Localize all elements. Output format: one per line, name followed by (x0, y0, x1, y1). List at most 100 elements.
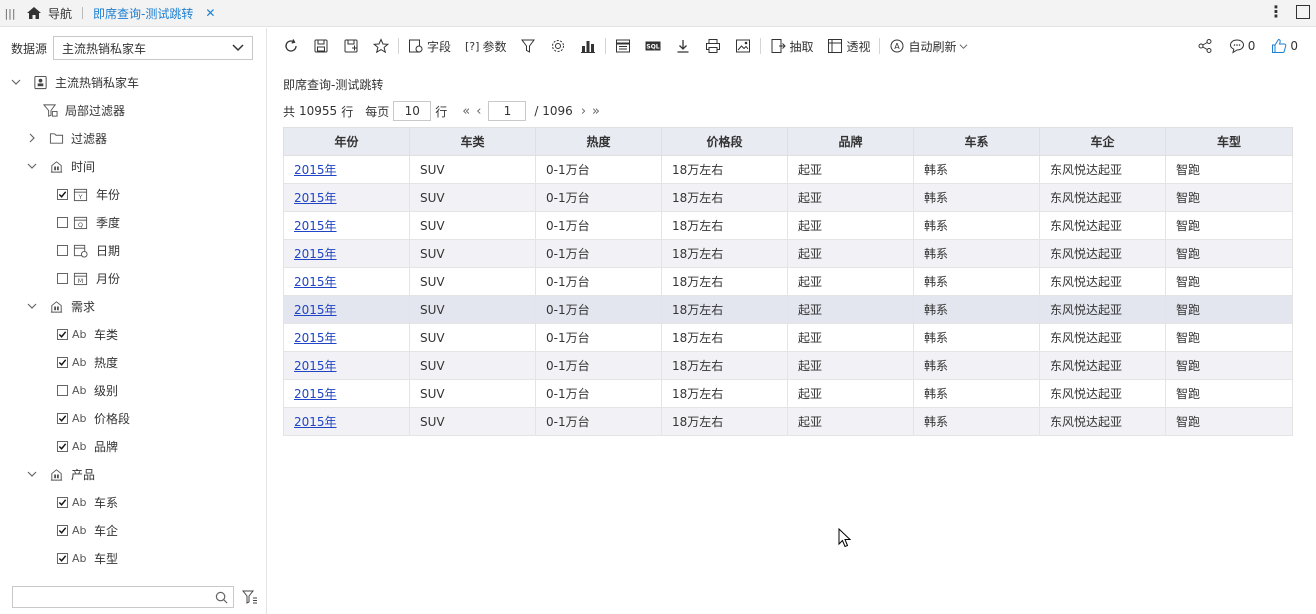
column-header[interactable]: 车型 (1165, 127, 1293, 156)
tree-field[interactable]: M 月份 (57, 264, 120, 292)
table-row[interactable]: 2015年 SUV 0-1万台 18万左右 起亚 韩系 东风悦达起亚 智跑 (283, 239, 1293, 268)
image-export-button[interactable] (728, 34, 758, 58)
tree-field[interactable]: Ab 品牌 (57, 432, 118, 460)
extract-button[interactable]: 抽取 (763, 34, 820, 58)
next-page-icon[interactable]: › (581, 104, 586, 119)
field-checkbox[interactable] (57, 216, 68, 228)
favorite-button[interactable] (366, 34, 396, 58)
auto-refresh-dropdown[interactable]: A 自动刷新 (882, 34, 974, 58)
tree-field[interactable]: Ab 车类 (57, 320, 118, 348)
column-header[interactable]: 车企 (1039, 127, 1166, 156)
pivot-button[interactable]: 透视 (820, 34, 877, 58)
column-header[interactable]: 品牌 (787, 127, 914, 156)
table-row[interactable]: 2015年 SUV 0-1万台 18万左右 起亚 韩系 东风悦达起亚 智跑 (283, 407, 1293, 436)
tree-field[interactable]: Ab 热度 (57, 348, 118, 376)
param-button[interactable]: [?] 参数 (458, 34, 513, 58)
field-checkbox[interactable] (57, 384, 68, 396)
tree-field[interactable]: Ab 级别 (57, 376, 118, 404)
drill-link[interactable]: 2015年 (294, 331, 337, 345)
column-header[interactable]: 年份 (283, 127, 410, 156)
chevron-right-icon[interactable] (26, 132, 38, 144)
drill-link[interactable]: 2015年 (294, 247, 337, 261)
table-row[interactable]: 2015年 SUV 0-1万台 18万左右 起亚 韩系 东风悦达起亚 智跑 (283, 183, 1293, 212)
field-checkbox[interactable] (57, 244, 68, 256)
drill-link[interactable]: 2015年 (294, 219, 337, 233)
save-as-button[interactable] (336, 34, 366, 58)
table-row[interactable]: 2015年 SUV 0-1万台 18万左右 起亚 韩系 东风悦达起亚 智跑 (283, 295, 1293, 324)
current-page-input[interactable]: 1 (488, 101, 527, 121)
prev-page-icon[interactable]: ‹ (476, 104, 481, 119)
tree-group[interactable]: 需求 (26, 292, 95, 320)
datasource-select[interactable]: 主流热销私家车 (53, 36, 254, 60)
tree-field[interactable]: 日期 (57, 236, 120, 264)
tree-field[interactable]: Ab 价格段 (57, 404, 130, 432)
field-checkbox[interactable] (57, 188, 68, 200)
drill-link[interactable]: 2015年 (294, 303, 337, 317)
drill-link[interactable]: 2015年 (294, 275, 337, 289)
last-page-icon[interactable]: » (592, 104, 600, 119)
tree-field[interactable]: Y 年份 (57, 180, 120, 208)
table-row[interactable]: 2015年 SUV 0-1万台 18万左右 起亚 韩系 东风悦达起亚 智跑 (283, 267, 1293, 296)
field-checkbox[interactable] (57, 552, 68, 564)
field-checkbox[interactable] (57, 412, 68, 424)
tree-field[interactable]: Ab 车企 (57, 516, 118, 544)
tree-filter[interactable]: 过滤器 (26, 124, 107, 152)
chevron-down-icon[interactable] (10, 76, 22, 88)
tree-field[interactable]: Ab 车系 (57, 488, 118, 516)
menu-handle-icon[interactable]: ||| (0, 7, 20, 20)
sql-button[interactable]: SQL (638, 34, 668, 58)
drill-link[interactable]: 2015年 (294, 163, 337, 177)
tree-local-filter[interactable]: 局部过滤器 (42, 96, 125, 124)
filter-button[interactable] (513, 34, 543, 58)
tree-field[interactable]: Q 季度 (57, 208, 120, 236)
column-header[interactable]: 价格段 (661, 127, 788, 156)
tab-query[interactable]: 即席查询-测试跳转 ✕ (93, 0, 215, 27)
table-row[interactable]: 2015年 SUV 0-1万台 18万左右 起亚 韩系 东风悦达起亚 智跑 (283, 323, 1293, 352)
column-header[interactable]: 热度 (535, 127, 662, 156)
chevron-down-icon[interactable] (26, 468, 38, 480)
table-view-button[interactable] (608, 34, 638, 58)
refresh-button[interactable] (276, 34, 306, 58)
field-search-input[interactable] (12, 586, 234, 608)
field-checkbox[interactable] (57, 496, 68, 508)
field-checkbox[interactable] (57, 524, 68, 536)
filter-settings-icon[interactable] (242, 589, 258, 605)
settings-button[interactable] (543, 34, 573, 58)
chevron-down-icon[interactable] (26, 160, 38, 172)
column-header[interactable]: 车类 (409, 127, 536, 156)
table-row[interactable]: 2015年 SUV 0-1万台 18万左右 起亚 韩系 东风悦达起亚 智跑 (283, 155, 1293, 184)
like-button[interactable]: 0 (1271, 34, 1298, 58)
tree-field-label: 热度 (94, 355, 119, 370)
field-checkbox[interactable] (57, 440, 68, 452)
chevron-down-icon[interactable] (26, 300, 38, 312)
table-row[interactable]: 2015年 SUV 0-1万台 18万左右 起亚 韩系 东风悦达起亚 智跑 (283, 379, 1293, 408)
tree-field[interactable]: Ab 车型 (57, 544, 118, 572)
more-options-icon[interactable]: ⋮ (1268, 4, 1284, 20)
drill-link[interactable]: 2015年 (294, 191, 337, 205)
tree-group[interactable]: 时间 (26, 152, 95, 180)
table-row[interactable]: 2015年 SUV 0-1万台 18万左右 起亚 韩系 东风悦达起亚 智跑 (283, 211, 1293, 240)
tree-root[interactable]: 主流热销私家车 (10, 68, 139, 96)
field-checkbox[interactable] (57, 328, 68, 340)
table-row[interactable]: 2015年 SUV 0-1万台 18万左右 起亚 韩系 东风悦达起亚 智跑 (283, 351, 1293, 380)
drill-link[interactable]: 2015年 (294, 359, 337, 373)
drill-link[interactable]: 2015年 (294, 415, 337, 429)
drill-link[interactable]: 2015年 (294, 387, 337, 401)
field-checkbox[interactable] (57, 356, 68, 368)
column-header[interactable]: 车系 (913, 127, 1040, 156)
per-page-input[interactable]: 10 (393, 101, 432, 121)
table-cell: 2015年 (283, 155, 410, 184)
export-button[interactable] (668, 34, 698, 58)
maximize-icon[interactable] (1296, 5, 1310, 19)
field-button[interactable]: 字段 (401, 34, 458, 58)
chart-button[interactable] (573, 34, 603, 58)
share-button[interactable] (1197, 34, 1213, 58)
field-checkbox[interactable] (57, 272, 68, 284)
print-button[interactable] (698, 34, 728, 58)
tree-group[interactable]: 产品 (26, 460, 95, 488)
nav-home-button[interactable]: 导航 (26, 5, 72, 22)
first-page-icon[interactable]: « (462, 104, 470, 119)
tab-close-icon[interactable]: ✕ (205, 6, 215, 20)
save-button[interactable] (306, 34, 336, 58)
comment-button[interactable]: 0 (1229, 34, 1255, 58)
